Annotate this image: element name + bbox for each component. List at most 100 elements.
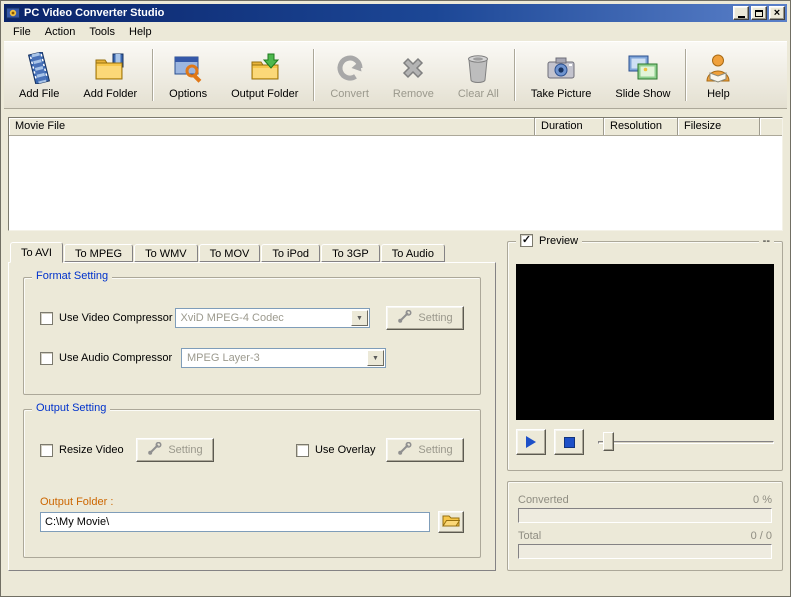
take-picture-button[interactable]: Take Picture — [519, 44, 604, 106]
seek-slider-track[interactable] — [598, 441, 774, 444]
overlay-setting-button[interactable]: Setting — [386, 438, 464, 462]
app-icon — [6, 6, 20, 20]
progress-group: Converted 0 % Total 0 / 0 — [507, 481, 783, 571]
use-audio-compressor-checkbox[interactable] — [40, 351, 53, 365]
tab-to-mov[interactable]: To MOV — [198, 244, 261, 262]
tab-panel-to-avi: Format Setting Use Video Compressor XviD… — [8, 262, 496, 571]
slide-show-icon — [627, 51, 659, 85]
help-label: Help — [707, 87, 730, 100]
resize-video-label: Resize Video — [59, 444, 124, 456]
add-folder-label: Add Folder — [83, 87, 138, 100]
add-file-button[interactable]: Add File — [7, 44, 71, 106]
video-preview-area — [516, 264, 774, 420]
convert-button[interactable]: Convert — [318, 44, 381, 106]
options-button[interactable]: Options — [157, 44, 219, 106]
titlebar[interactable]: PC Video Converter Studio × — [4, 4, 787, 22]
browse-folder-button[interactable] — [438, 511, 464, 533]
minimize-icon — [737, 15, 745, 18]
remove-label: Remove — [392, 87, 434, 100]
converted-progress-bar — [518, 508, 772, 523]
toolbar-separator — [513, 49, 516, 101]
seek-slider[interactable] — [598, 431, 774, 453]
stop-button[interactable] — [554, 429, 584, 455]
tab-to-audio[interactable]: To Audio — [380, 244, 445, 262]
output-folder-button[interactable]: Output Folder — [219, 44, 310, 106]
column-resolution[interactable]: Resolution — [604, 118, 678, 135]
file-list-header: Movie File Duration Resolution Filesize — [9, 118, 782, 136]
stop-icon — [563, 436, 575, 448]
output-setting-title: Output Setting — [32, 402, 111, 414]
tab-to-mpeg[interactable]: To MPEG — [63, 244, 134, 262]
maximize-button[interactable] — [751, 6, 767, 20]
wrench-icon — [147, 441, 162, 459]
seek-slider-thumb[interactable] — [603, 432, 614, 451]
add-file-icon — [23, 51, 55, 85]
use-video-compressor-checkbox[interactable] — [40, 311, 53, 325]
use-overlay-checkbox[interactable] — [295, 443, 309, 457]
video-setting-button[interactable]: Setting — [386, 306, 464, 330]
resize-setting-button[interactable]: Setting — [135, 438, 214, 462]
tab-to-wmv[interactable]: To WMV — [134, 244, 198, 262]
total-label: Total — [518, 530, 542, 542]
resize-video-checkbox[interactable] — [40, 443, 53, 457]
play-button[interactable] — [516, 429, 546, 455]
add-folder-button[interactable]: Add Folder — [71, 44, 149, 106]
chevron-down-icon[interactable]: ▼ — [367, 350, 384, 366]
menu-file[interactable]: File — [6, 24, 38, 40]
file-list-body[interactable] — [9, 136, 782, 230]
use-audio-compressor-label: Use Audio Compressor — [59, 352, 173, 364]
toolbar-separator — [685, 49, 688, 101]
convert-label: Convert — [330, 87, 369, 100]
format-tabs: To AVI To MPEG To WMV To MOV To iPod To … — [8, 241, 496, 263]
tab-to-ipod[interactable]: To iPod — [261, 244, 321, 262]
tab-to-avi[interactable]: To AVI — [10, 242, 63, 263]
maximize-icon — [755, 9, 763, 17]
play-icon — [526, 436, 536, 448]
resize-setting-label: Setting — [168, 444, 203, 456]
slide-show-button[interactable]: Slide Show — [603, 44, 682, 106]
remove-button[interactable]: Remove — [381, 44, 446, 106]
convert-icon — [334, 51, 366, 85]
close-button[interactable]: × — [769, 6, 785, 20]
wrench-icon — [397, 441, 412, 459]
video-setting-label: Setting — [418, 312, 453, 324]
video-codec-combobox[interactable]: XviD MPEG-4 Codec ▼ — [174, 308, 370, 328]
column-filesize[interactable]: Filesize — [678, 118, 760, 135]
add-folder-icon — [94, 51, 126, 85]
output-folder-label: Output Folder — [231, 87, 299, 100]
close-icon: × — [773, 6, 781, 19]
menubar: File Action Tools Help — [4, 22, 787, 41]
minimize-button[interactable] — [733, 6, 749, 20]
clear-all-button[interactable]: Clear All — [446, 44, 511, 106]
app-window: PC Video Converter Studio × File Action … — [0, 0, 791, 597]
preview-checkbox[interactable] — [520, 234, 533, 247]
preview-group: Preview -- — [507, 234, 783, 471]
help-icon — [702, 51, 734, 85]
conversion-panel: To AVI To MPEG To WMV To MOV To iPod To … — [8, 241, 496, 571]
column-movie-file[interactable]: Movie File — [9, 118, 535, 135]
toolbar-separator — [152, 49, 155, 101]
output-folder-icon — [249, 51, 281, 85]
output-folder-input[interactable] — [40, 512, 431, 532]
menu-tools[interactable]: Tools — [82, 24, 122, 40]
chevron-down-icon[interactable]: ▼ — [351, 310, 368, 326]
output-folder-field-label: Output Folder : — [40, 496, 114, 508]
clear-all-label: Clear All — [457, 87, 499, 100]
remove-icon — [397, 51, 429, 85]
take-picture-icon — [545, 51, 577, 85]
help-button[interactable]: Help — [690, 44, 746, 106]
menu-help[interactable]: Help — [122, 24, 159, 40]
toolbar-separator — [313, 49, 316, 101]
tab-to-3gp[interactable]: To 3GP — [321, 244, 380, 262]
menu-action[interactable]: Action — [38, 24, 83, 40]
add-file-label: Add File — [19, 87, 60, 100]
column-duration[interactable]: Duration — [535, 118, 604, 135]
format-setting-title: Format Setting — [32, 270, 113, 282]
column-filler — [760, 118, 782, 135]
preview-column: Preview -- — [507, 234, 783, 571]
audio-codec-combobox[interactable]: MPEG Layer-3 ▼ — [181, 348, 386, 368]
format-setting-group: Format Setting Use Video Compressor XviD… — [23, 270, 481, 395]
output-setting-group: Output Setting Resize Video Setting Use … — [23, 402, 481, 558]
file-list: Movie File Duration Resolution Filesize — [8, 117, 783, 231]
open-folder-icon — [442, 513, 461, 531]
